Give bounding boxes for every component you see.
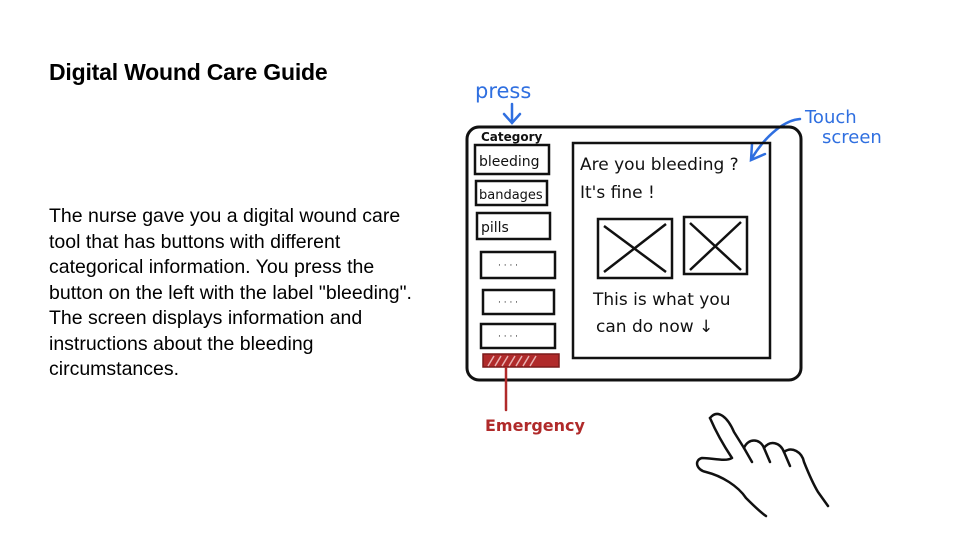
category-button-placeholder-1[interactable]: · · · ·	[479, 250, 557, 280]
screen-instructions-line1: This is what you	[592, 290, 731, 310]
placeholder-label: · · · ·	[498, 261, 518, 271]
sidebar-header: Category	[481, 130, 543, 144]
press-annotation: press	[475, 79, 531, 125]
screen-label: screen	[822, 127, 882, 148]
pointing-hand-icon	[695, 412, 830, 518]
placeholder-label: · · · ·	[498, 298, 518, 308]
emergency-button[interactable]	[482, 353, 560, 368]
screen-instructions-line2: can do now ↓	[596, 317, 713, 337]
category-label-bandages: bandages	[479, 188, 543, 203]
emergency-label: Emergency	[485, 416, 586, 435]
image-placeholder-2	[682, 215, 749, 276]
category-label-pills: pills	[481, 220, 509, 236]
screen-question: Are you bleeding ?	[580, 155, 739, 175]
touch-label: Touch	[804, 107, 857, 128]
category-button-bandages[interactable]: bandages	[474, 179, 549, 207]
touch-arrow-icon	[749, 117, 802, 162]
press-arrow-icon	[502, 102, 522, 125]
category-button-placeholder-2[interactable]: · · · ·	[481, 288, 556, 316]
wound-care-device-sketch: press Touch screen Category bleeding ban…	[465, 79, 882, 518]
category-button-pills[interactable]: pills	[475, 211, 552, 241]
category-button-bleeding[interactable]: bleeding	[473, 143, 551, 176]
placeholder-label: · · · ·	[498, 332, 518, 342]
category-label-bleeding: bleeding	[479, 154, 540, 170]
category-button-placeholder-3[interactable]: · · · ·	[479, 322, 557, 350]
screen-reassurance: It's fine !	[580, 183, 655, 203]
emergency-annotation: Emergency	[485, 366, 586, 435]
press-label: press	[475, 79, 531, 103]
image-placeholder-1	[596, 217, 674, 280]
